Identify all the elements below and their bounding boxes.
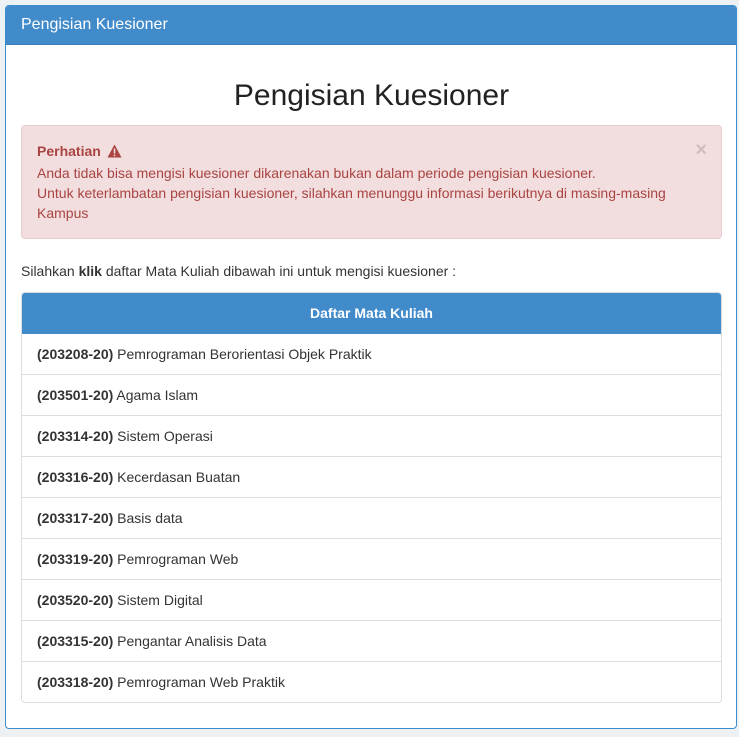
course-code: (203319-20): [37, 551, 114, 567]
course-code: (203208-20): [37, 346, 114, 362]
course-code: (203520-20): [37, 592, 114, 608]
course-name: Pengantar Analisis Data: [113, 633, 267, 649]
panel-heading: Pengisian Kuesioner: [6, 6, 736, 45]
warning-icon: [107, 143, 122, 163]
course-name: Pemrograman Web Praktik: [113, 674, 285, 690]
alert-message-2: Untuk keterlambatan pengisian kuesioner,…: [37, 185, 666, 221]
course-item[interactable]: (203501-20) Agama Islam: [22, 374, 721, 415]
course-name: Kecerdasan Buatan: [113, 469, 241, 485]
course-code: (203318-20): [37, 674, 114, 690]
course-item[interactable]: (203319-20) Pemrograman Web: [22, 538, 721, 579]
course-list-header: Daftar Mata Kuliah: [22, 293, 721, 334]
questionnaire-panel: Pengisian Kuesioner Pengisian Kuesioner …: [5, 5, 737, 729]
course-code: (203317-20): [37, 510, 114, 526]
course-name: Pemrograman Berorientasi Objek Praktik: [113, 346, 372, 362]
instruction-text: Silahkan klik daftar Mata Kuliah dibawah…: [21, 261, 722, 281]
instruction-bold: klik: [78, 263, 102, 279]
instruction-before: Silahkan: [21, 263, 79, 279]
course-code: (203314-20): [37, 428, 114, 444]
course-list: Daftar Mata Kuliah (203208-20) Pemrogram…: [21, 292, 722, 703]
course-code: (203501-20): [37, 387, 114, 403]
course-code: (203315-20): [37, 633, 114, 649]
course-item[interactable]: (203314-20) Sistem Operasi: [22, 415, 721, 456]
alert-close-button[interactable]: ×: [695, 140, 707, 160]
instruction-after: daftar Mata Kuliah dibawah ini untuk men…: [101, 263, 457, 279]
course-list-items: (203208-20) Pemrograman Berorientasi Obj…: [22, 334, 721, 702]
course-name: Pemrograman Web: [113, 551, 239, 567]
course-item[interactable]: (203317-20) Basis data: [22, 497, 721, 538]
course-item[interactable]: (203520-20) Sistem Digital: [22, 579, 721, 620]
course-item[interactable]: (203316-20) Kecerdasan Buatan: [22, 456, 721, 497]
course-name: Agama Islam: [113, 387, 199, 403]
course-item[interactable]: (203315-20) Pengantar Analisis Data: [22, 620, 721, 661]
alert-message-1: Anda tidak bisa mengisi kuesioner dikare…: [37, 165, 596, 181]
course-name: Basis data: [113, 510, 183, 526]
course-name: Sistem Digital: [113, 592, 203, 608]
course-name: Sistem Operasi: [113, 428, 213, 444]
course-item[interactable]: (203318-20) Pemrograman Web Praktik: [22, 661, 721, 702]
course-code: (203316-20): [37, 469, 114, 485]
alert-title: Perhatian: [37, 143, 101, 159]
course-item[interactable]: (203208-20) Pemrograman Berorientasi Obj…: [22, 334, 721, 374]
warning-alert: Perhatian Anda tidak bisa mengisi kuesio…: [21, 125, 722, 239]
panel-body: Pengisian Kuesioner Perhatian Anda tidak…: [6, 79, 736, 703]
page-title: Pengisian Kuesioner: [233, 79, 510, 112]
alert-title-row: Perhatian: [37, 141, 683, 163]
